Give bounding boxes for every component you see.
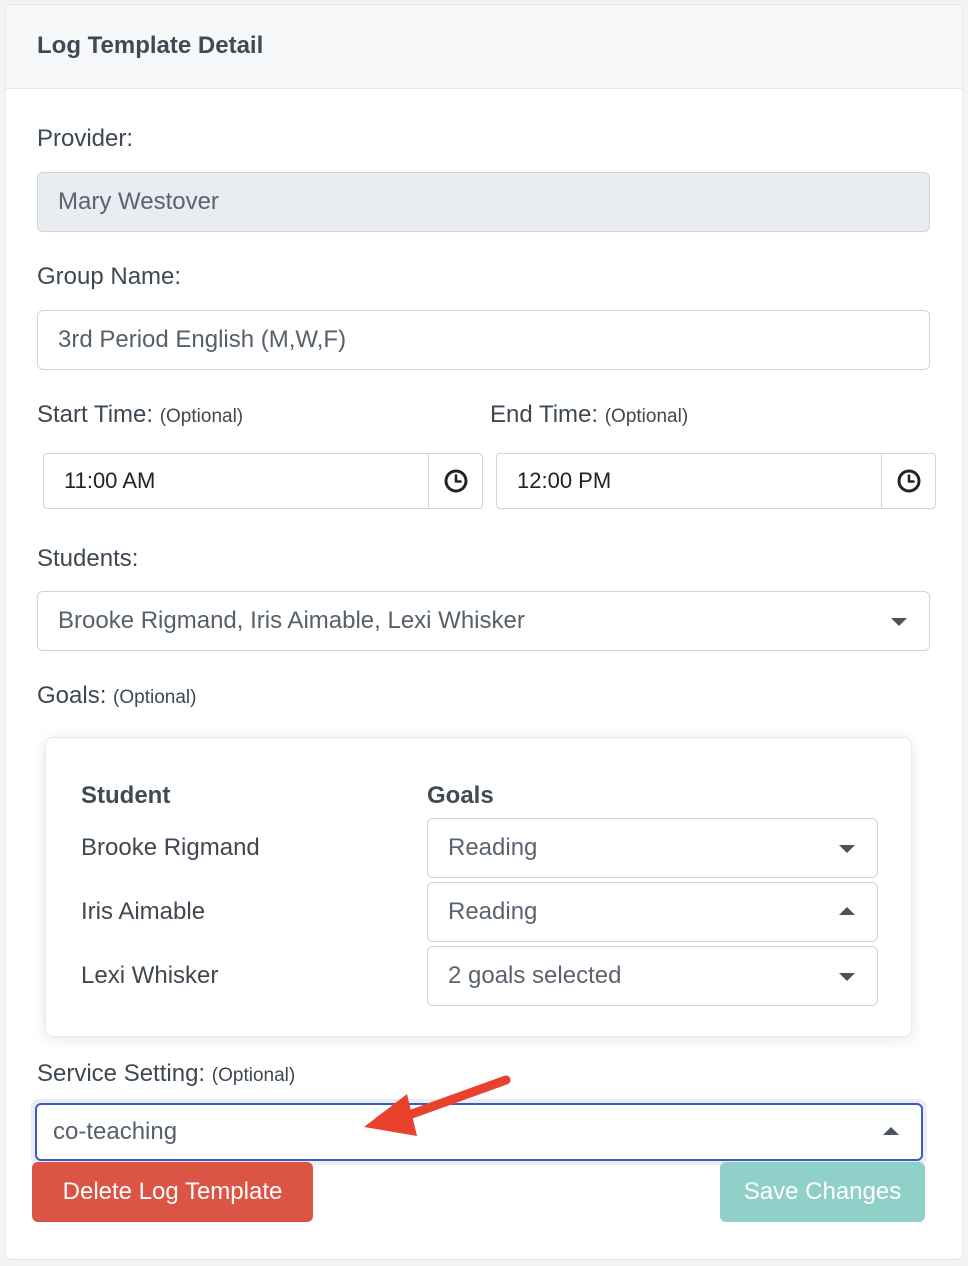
chevron-down-icon	[891, 618, 907, 626]
start-time-optional: (Optional)	[159, 406, 244, 427]
service-setting-optional: (Optional)	[211, 1065, 296, 1086]
service-setting-label: Service Setting: (Optional)	[37, 1060, 295, 1088]
goals-panel: Student Goals Brooke Rigmand Reading Iri…	[45, 737, 912, 1037]
chevron-down-icon	[839, 845, 855, 853]
goal-select-lexi[interactable]: 2 goals selected	[427, 946, 878, 1006]
goal-row-student: Brooke Rigmand	[81, 834, 260, 861]
goals-header-student: Student	[81, 782, 171, 809]
goals-label: Goals: (Optional)	[37, 682, 196, 710]
card-header: Log Template Detail	[6, 5, 962, 89]
goal-row-student: Iris Aimable	[81, 898, 206, 925]
start-time-clock-button[interactable]	[429, 454, 482, 508]
page-title: Log Template Detail	[37, 32, 264, 59]
provider-field: Mary Westover	[37, 172, 930, 232]
end-time-picker: 12:00 PM	[496, 453, 936, 509]
students-select[interactable]: Brooke Rigmand, Iris Aimable, Lexi Whisk…	[37, 591, 930, 651]
service-setting-select[interactable]: co-teaching	[35, 1103, 923, 1161]
start-time-label: Start Time: (Optional)	[37, 401, 243, 429]
goal-select-iris[interactable]: Reading	[427, 882, 878, 942]
delete-log-template-button[interactable]: Delete Log Template	[32, 1162, 313, 1222]
save-changes-button[interactable]: Save Changes	[720, 1162, 925, 1222]
end-time-optional: (Optional)	[604, 406, 689, 427]
end-time-clock-button[interactable]	[882, 454, 935, 508]
start-time-label-text: Start Time:	[37, 401, 154, 428]
end-time-label-text: End Time:	[490, 401, 599, 428]
goals-label-text: Goals:	[37, 682, 107, 709]
group-name-value: 3rd Period English (M,W,F)	[58, 326, 347, 353]
end-time-label: End Time: (Optional)	[490, 401, 688, 429]
end-time-input[interactable]: 12:00 PM	[497, 454, 882, 508]
goal-select-value: Reading	[448, 898, 538, 925]
goal-select-value: Reading	[448, 834, 538, 861]
service-setting-focus-ring: co-teaching	[31, 1099, 927, 1165]
clock-icon	[444, 469, 467, 493]
goals-optional: (Optional)	[113, 687, 197, 708]
start-time-picker: 11:00 AM	[43, 453, 483, 509]
clock-icon	[897, 469, 920, 493]
goal-select-brooke[interactable]: Reading	[427, 818, 878, 878]
service-setting-label-text: Service Setting:	[37, 1060, 206, 1087]
goal-select-value: 2 goals selected	[448, 962, 622, 989]
goal-row-student: Lexi Whisker	[81, 962, 219, 989]
goals-header-goals: Goals	[427, 782, 494, 809]
students-value: Brooke Rigmand, Iris Aimable, Lexi Whisk…	[58, 607, 525, 634]
group-name-input[interactable]: 3rd Period English (M,W,F)	[37, 310, 930, 370]
service-setting-value: co-teaching	[53, 1118, 178, 1145]
chevron-up-icon	[839, 907, 855, 915]
group-name-label: Group Name:	[37, 263, 182, 290]
provider-label: Provider:	[37, 125, 134, 152]
chevron-down-icon	[839, 973, 855, 981]
chevron-up-icon	[883, 1127, 899, 1135]
provider-value: Mary Westover	[58, 188, 219, 215]
students-label: Students:	[37, 545, 139, 572]
start-time-input[interactable]: 11:00 AM	[44, 454, 429, 508]
